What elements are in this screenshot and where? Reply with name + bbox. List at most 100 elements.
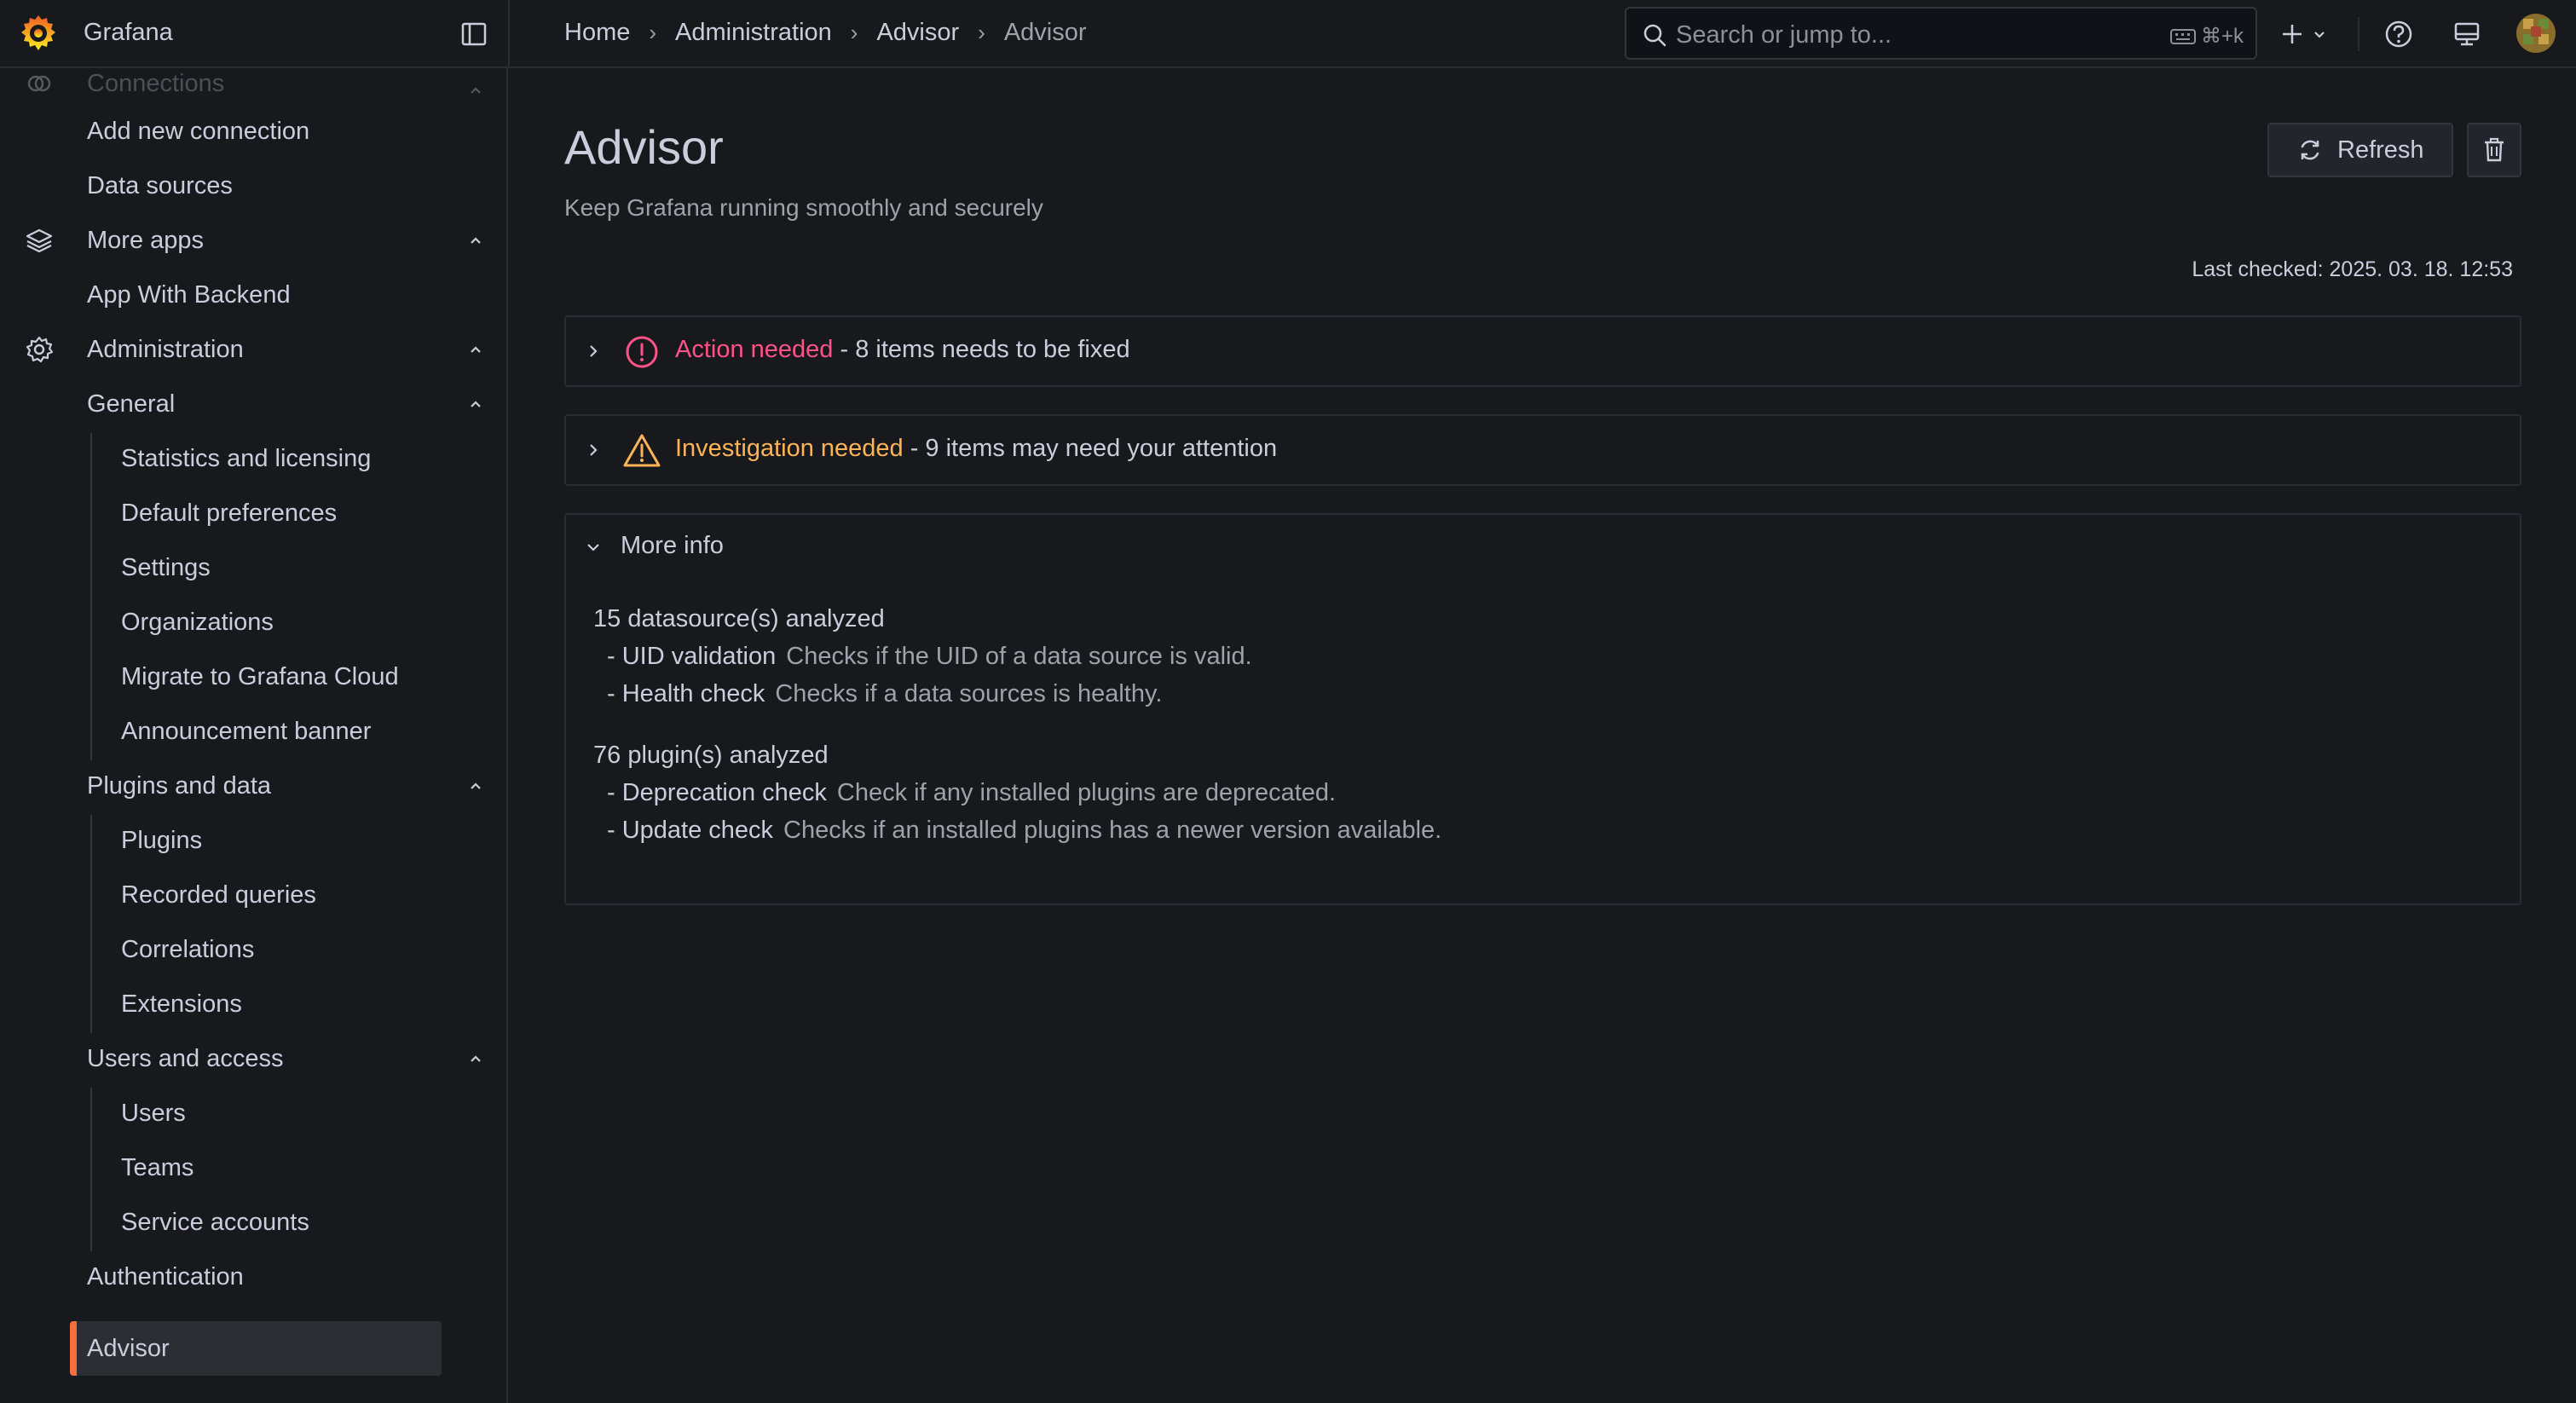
sidebar-item-label: Data sources <box>87 171 233 199</box>
page-title: Advisor <box>564 120 724 174</box>
check-description: Check if any installed plugins are depre… <box>836 779 1337 806</box>
sidebar-item-label: Advisor <box>87 1334 170 1362</box>
check-description: Checks if an installed plugins has a new… <box>783 817 1442 844</box>
investigation-needed-status: Investigation needed <box>675 435 904 462</box>
sidebar-item-advisor[interactable]: Advisor <box>87 1323 170 1374</box>
chevron-up-icon[interactable] <box>467 395 484 413</box>
plus-icon <box>2283 25 2302 43</box>
connections-icon <box>27 75 51 92</box>
sidebar-item-label: Users and access <box>87 1044 284 1072</box>
delete-button[interactable] <box>2467 123 2521 177</box>
chevron-right-icon <box>590 444 598 456</box>
sidebar-item-users-and-access[interactable]: Users and access <box>87 1033 284 1084</box>
sidebar-active-indicator <box>70 1321 77 1376</box>
sidebar-item-more-apps[interactable]: More apps <box>26 215 205 266</box>
grafana-logo-icon[interactable] <box>17 12 60 55</box>
panel-header[interactable]: Action needed - 8 items needs to be fixe… <box>566 317 2520 385</box>
check-row: - Deprecation check Check if any installe… <box>593 774 1441 811</box>
subtree-line <box>90 815 92 1033</box>
chevron-up-icon[interactable] <box>467 82 484 99</box>
chevron-down-icon <box>2314 32 2325 38</box>
action-needed-panel[interactable]: Action needed - 8 items needs to be fixe… <box>564 315 2521 387</box>
sidebar-item-label: Default preferences <box>121 499 338 527</box>
sidebar-item-app-with-backend[interactable]: App With Backend <box>87 269 291 320</box>
sidebar-item-announcement-banner[interactable]: Announcement banner <box>121 706 371 757</box>
check-name: - UID validation <box>607 643 777 670</box>
news-icon[interactable] <box>2450 17 2484 51</box>
sidebar-item-teams[interactable]: Teams <box>121 1142 193 1193</box>
sidebar-item-label: Organizations <box>121 608 274 636</box>
last-checked-timestamp: Last checked: 2025. 03. 18. 12:53 <box>2192 257 2513 281</box>
sidebar-item-service-accounts[interactable]: Service accounts <box>121 1197 309 1248</box>
sidebar-item-label: Teams <box>121 1153 194 1181</box>
chevron-up-icon[interactable] <box>467 1050 484 1067</box>
sidebar-item-label: Statistics and licensing <box>121 444 372 472</box>
breadcrumb-administration[interactable]: Administration <box>675 19 832 47</box>
user-avatar[interactable] <box>2516 14 2556 53</box>
search-placeholder: Search or jump to... <box>1676 21 1892 49</box>
sidebar-item-organizations[interactable]: Organizations <box>121 597 274 648</box>
panel-header[interactable]: Investigation needed - 9 items may need … <box>566 416 2520 484</box>
chevron-up-icon[interactable] <box>467 232 484 249</box>
chevron-up-icon[interactable] <box>467 341 484 358</box>
exclamation-circle-icon <box>626 336 658 368</box>
sidebar-item-connections[interactable]: Connections <box>27 68 224 109</box>
search-shortcut: ⌘+k <box>2169 24 2244 49</box>
sidebar-item-data-sources[interactable]: Data sources <box>87 160 233 211</box>
sidebar-item-label: Authentication <box>87 1262 244 1290</box>
page-subtitle: Keep Grafana running smoothly and secure… <box>564 194 1043 221</box>
sidebar-item-plugins[interactable]: Plugins <box>121 815 202 866</box>
chevron-right-icon <box>590 345 598 357</box>
subtree-line <box>90 433 92 760</box>
dock-menu-icon[interactable] <box>459 19 489 49</box>
more-info-title: More info <box>621 532 724 559</box>
keyboard-icon <box>2169 28 2196 44</box>
sidebar-item-label: Plugins <box>121 826 203 854</box>
sidebar-item-settings[interactable]: Settings <box>121 542 211 593</box>
check-description: Checks if a data sources is healthy. <box>775 680 1163 707</box>
refresh-button[interactable]: Refresh <box>2267 123 2453 177</box>
sidebar-item-label: Administration <box>87 335 244 363</box>
check-name: - Health check <box>607 680 765 707</box>
layers-icon <box>26 228 53 253</box>
sidebar-item-label: Add new connection <box>87 117 310 145</box>
search-input[interactable]: Search or jump to... ⌘+k <box>1625 7 2257 60</box>
refresh-label: Refresh <box>2337 136 2424 164</box>
sidebar-item-general[interactable]: General <box>87 378 175 430</box>
check-row: - Health check Checks if a data sources i… <box>593 675 1441 713</box>
check-name: - Update check <box>607 817 774 844</box>
sidebar-item-migrate-to-grafana-cloud[interactable]: Migrate to Grafana Cloud <box>121 651 399 702</box>
sidebar-item-add-new-connection[interactable]: Add new connection <box>87 106 309 157</box>
sidebar-item-plugins-and-data[interactable]: Plugins and data <box>87 760 271 811</box>
sidebar-item-label: More apps <box>87 226 205 254</box>
more-info-header[interactable]: More info <box>566 515 2520 580</box>
top-bar: Grafana Home › Administration › Advisor … <box>0 0 2576 68</box>
sidebar-item-label: Migrate to Grafana Cloud <box>121 662 399 690</box>
sidebar-item-correlations[interactable]: Correlations <box>121 924 254 975</box>
group-heading: 15 datasource(s) analyzed <box>593 605 885 632</box>
investigation-needed-panel[interactable]: Investigation needed - 9 items may need … <box>564 414 2521 486</box>
sidebar-item-statistics-and-licensing[interactable]: Statistics and licensing <box>121 433 371 484</box>
main-content: Advisor Keep Grafana running smoothly an… <box>510 70 2576 1403</box>
sidebar-item-recorded-queries[interactable]: Recorded queries <box>121 869 316 921</box>
sidebar-item-default-preferences[interactable]: Default preferences <box>121 488 337 539</box>
sidebar-item-extensions[interactable]: Extensions <box>121 979 242 1030</box>
sidebar-item-users[interactable]: Users <box>121 1088 186 1139</box>
help-icon[interactable] <box>2382 17 2416 51</box>
sidebar-nav: Connections Add new connection Data sour… <box>0 68 508 1403</box>
breadcrumb-home[interactable]: Home <box>564 19 630 47</box>
topbar-divider <box>508 0 510 68</box>
check-row: - UID validation Checks if the UID of a d… <box>593 638 1441 675</box>
breadcrumb-advisor[interactable]: Advisor <box>876 19 959 47</box>
sidebar-item-label: Recorded queries <box>121 880 316 909</box>
sidebar-item-administration[interactable]: Administration <box>26 324 244 375</box>
sidebar-item-label: General <box>87 390 176 418</box>
chevron-up-icon[interactable] <box>467 777 484 794</box>
datasource-analysis-group: 15 datasource(s) analyzed - UID validati… <box>593 600 1441 713</box>
chevron-down-icon <box>587 544 599 551</box>
brand-name[interactable]: Grafana <box>84 19 173 47</box>
sidebar-item-authentication[interactable]: Authentication <box>87 1251 244 1302</box>
new-menu-button[interactable] <box>2279 17 2339 51</box>
investigation-needed-detail: - 9 items may need your attention <box>903 435 1278 462</box>
sidebar-item-label: Plugins and data <box>87 771 272 800</box>
